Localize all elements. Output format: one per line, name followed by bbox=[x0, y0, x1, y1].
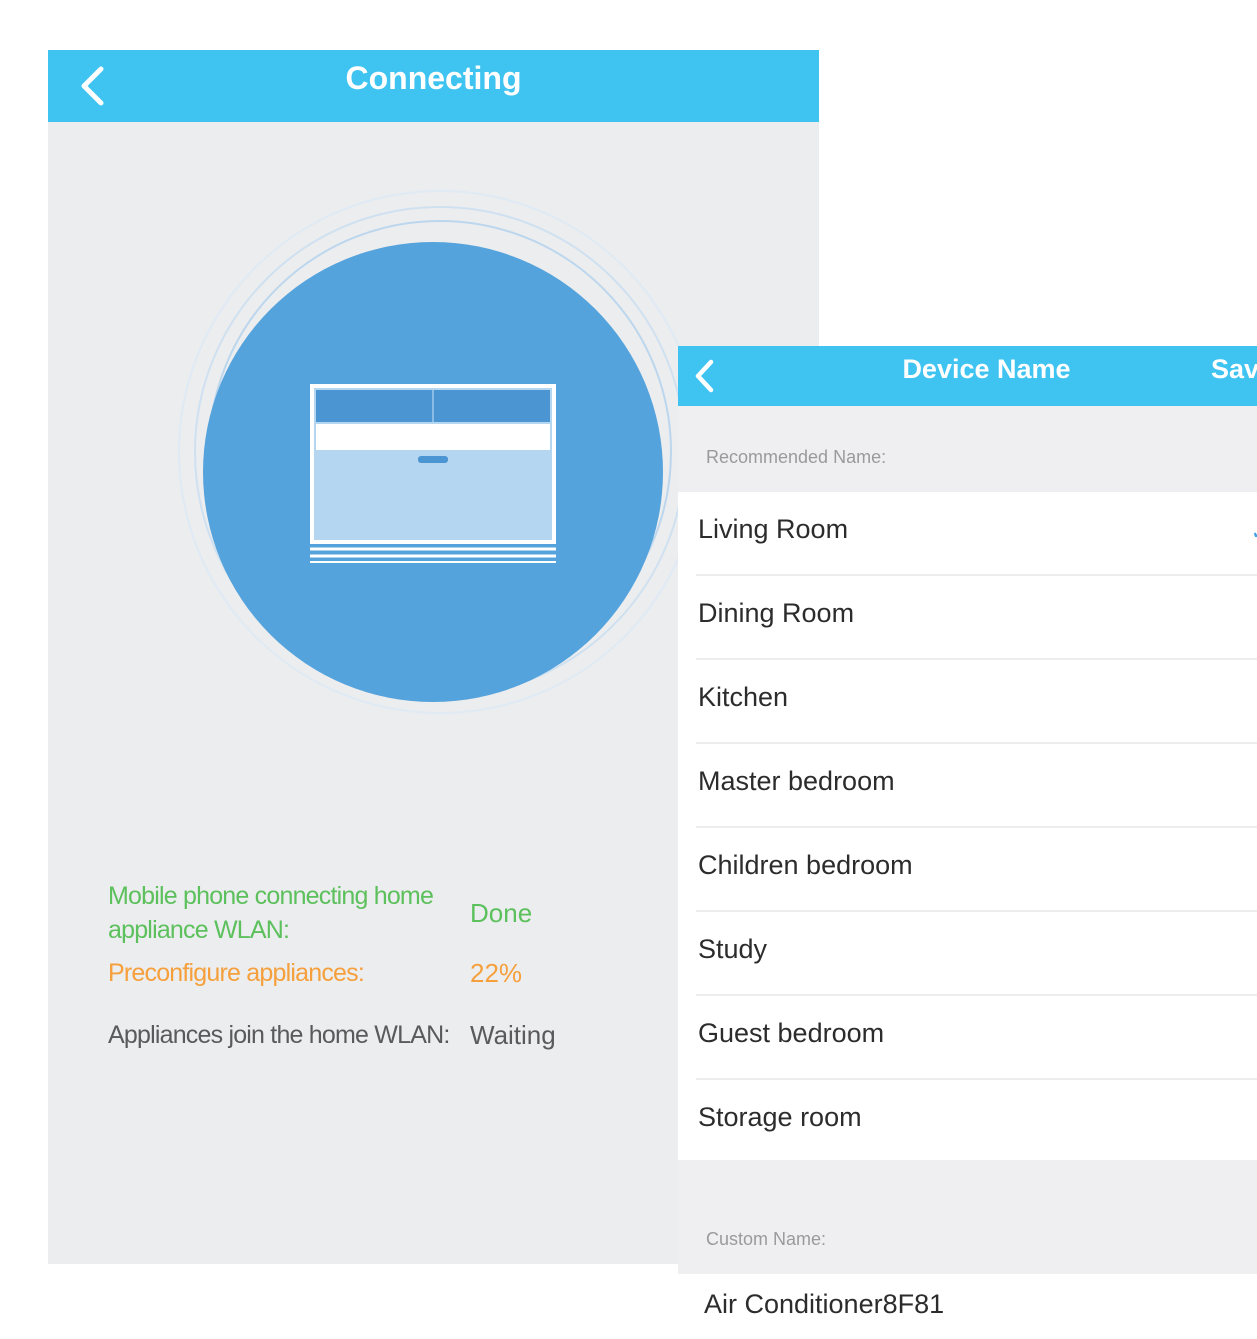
app-screens: Connecting Mobile phone connecting home … bbox=[0, 0, 1257, 1339]
name-option-label: Master bedroom bbox=[698, 766, 895, 796]
name-option-label: Study bbox=[698, 934, 768, 964]
recommended-section-header: Recommended Name: bbox=[678, 406, 1257, 492]
name-option-guest-bedroom[interactable]: Guest bedroom bbox=[678, 996, 1257, 1080]
air-conditioner-icon bbox=[310, 384, 556, 563]
custom-name-row bbox=[678, 1274, 1257, 1339]
name-option-dining-room[interactable]: Dining Room bbox=[678, 576, 1257, 660]
status-value: Done bbox=[470, 898, 533, 928]
name-option-storage-room[interactable]: Storage room bbox=[678, 1080, 1257, 1164]
custom-section-header: Custom Name: bbox=[678, 1160, 1257, 1274]
status-row-preconfigure: Preconfigure appliances: 22% bbox=[108, 948, 628, 998]
status-label: Preconfigure appliances: bbox=[108, 959, 365, 987]
connecting-header: Connecting bbox=[48, 50, 819, 122]
device-name-header: Device Name Save bbox=[678, 346, 1257, 406]
name-option-master-bedroom[interactable]: Master bedroom bbox=[678, 744, 1257, 828]
name-option-label: Kitchen bbox=[698, 682, 789, 712]
name-option-kitchen[interactable]: Kitchen bbox=[678, 660, 1257, 744]
status-row-wlan: Mobile phone connecting home appliance W… bbox=[108, 878, 628, 948]
name-option-label: Children bedroom bbox=[698, 850, 913, 880]
page-title: Device Name bbox=[902, 354, 1071, 384]
connection-status-list: Mobile phone connecting home appliance W… bbox=[108, 878, 628, 1072]
status-label: Mobile phone connecting home appliance W… bbox=[108, 882, 434, 944]
name-option-label: Storage room bbox=[698, 1102, 862, 1132]
status-value: 22% bbox=[470, 958, 523, 988]
name-option-label: Living Room bbox=[698, 514, 849, 544]
name-option-study[interactable]: Study bbox=[678, 912, 1257, 996]
status-value: Waiting bbox=[470, 1020, 556, 1050]
device-name-screen: Device Name Save Recommended Name: Livin… bbox=[678, 346, 1257, 1339]
name-option-label: Dining Room bbox=[698, 598, 855, 628]
name-option-children-bedroom[interactable]: Children bedroom bbox=[678, 828, 1257, 912]
recommended-name-list: Living Room ✓ Dining Room Kitchen Master… bbox=[678, 492, 1257, 1164]
name-option-label: Guest bedroom bbox=[698, 1018, 885, 1048]
section-title: Recommended Name: bbox=[706, 447, 887, 467]
save-button[interactable]: Save bbox=[1211, 346, 1257, 406]
device-circle bbox=[203, 242, 663, 702]
checkmark-icon: ✓ bbox=[1251, 520, 1257, 544]
status-row-join: Appliances join the home WLAN: Waiting bbox=[108, 998, 628, 1072]
page-title: Connecting bbox=[345, 60, 522, 96]
status-label: Appliances join the home WLAN: bbox=[108, 1021, 450, 1049]
section-title: Custom Name: bbox=[706, 1229, 827, 1249]
custom-name-input[interactable] bbox=[704, 1282, 1244, 1326]
name-option-living-room[interactable]: Living Room ✓ bbox=[678, 492, 1257, 576]
